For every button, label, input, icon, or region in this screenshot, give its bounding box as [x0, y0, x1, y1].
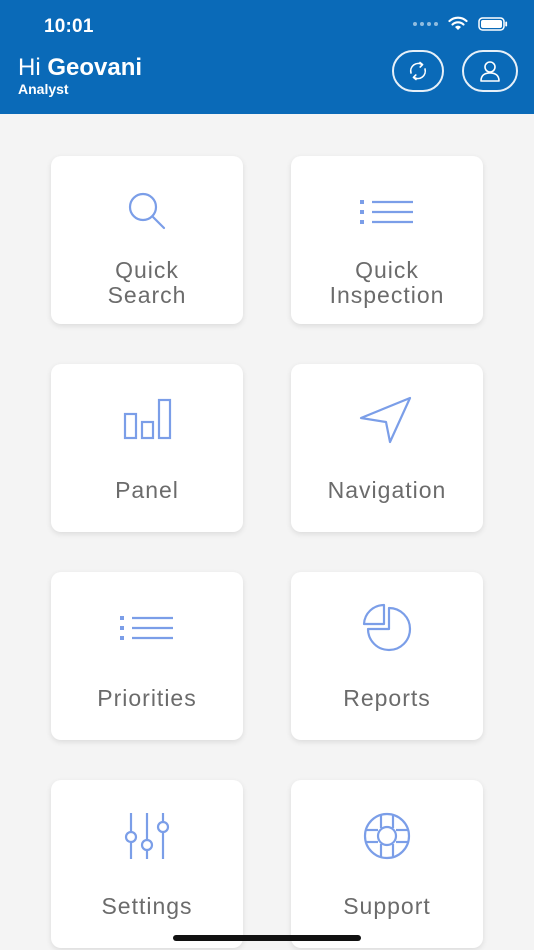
bar-chart-icon: [51, 392, 243, 448]
tile-label: Navigation: [327, 477, 447, 503]
wifi-icon: [448, 16, 468, 31]
user-role: Analyst: [18, 81, 69, 97]
home-indicator[interactable]: [173, 935, 361, 941]
tile-panel[interactable]: Panel: [51, 364, 243, 532]
tile-priorities[interactable]: Priorities: [51, 572, 243, 740]
tile-label: Quick Search: [107, 257, 187, 308]
list-icon: [51, 600, 243, 656]
tile-label: Support: [343, 893, 431, 919]
search-icon: [51, 184, 243, 240]
user-name: Geovani: [47, 54, 143, 81]
status-icons: [413, 16, 508, 31]
sync-button[interactable]: [392, 50, 444, 92]
pie-chart-icon: [291, 600, 483, 656]
tile-reports[interactable]: Reports: [291, 572, 483, 740]
app-screen: 10:01 Hi Geovani Analyst Quick Search Qu…: [0, 0, 534, 950]
tile-settings[interactable]: Settings: [51, 780, 243, 948]
tile-label: Panel: [115, 477, 179, 503]
tile-quick-inspection[interactable]: Quick Inspection: [291, 156, 483, 324]
greeting-prefix: Hi: [18, 54, 41, 81]
user-icon: [480, 61, 500, 82]
tile-label: Reports: [343, 685, 431, 711]
sync-icon: [409, 61, 427, 81]
tile-label: Quick Inspection: [329, 257, 445, 308]
tile-quick-search[interactable]: Quick Search: [51, 156, 243, 324]
header-bar: 10:01 Hi Geovani Analyst: [0, 0, 534, 114]
tile-label: Priorities: [97, 685, 197, 711]
battery-icon: [478, 16, 508, 31]
lifebuoy-icon: [291, 808, 483, 864]
navigation-arrow-icon: [291, 392, 483, 448]
tile-label: Settings: [101, 893, 193, 919]
cellular-signal-icon: [413, 21, 438, 26]
list-icon: [291, 184, 483, 240]
profile-button[interactable]: [462, 50, 518, 92]
tile-navigation[interactable]: Navigation: [291, 364, 483, 532]
sliders-icon: [51, 808, 243, 864]
greeting: Hi Geovani: [18, 54, 142, 82]
tile-support[interactable]: Support: [291, 780, 483, 948]
status-time: 10:01: [44, 16, 94, 37]
